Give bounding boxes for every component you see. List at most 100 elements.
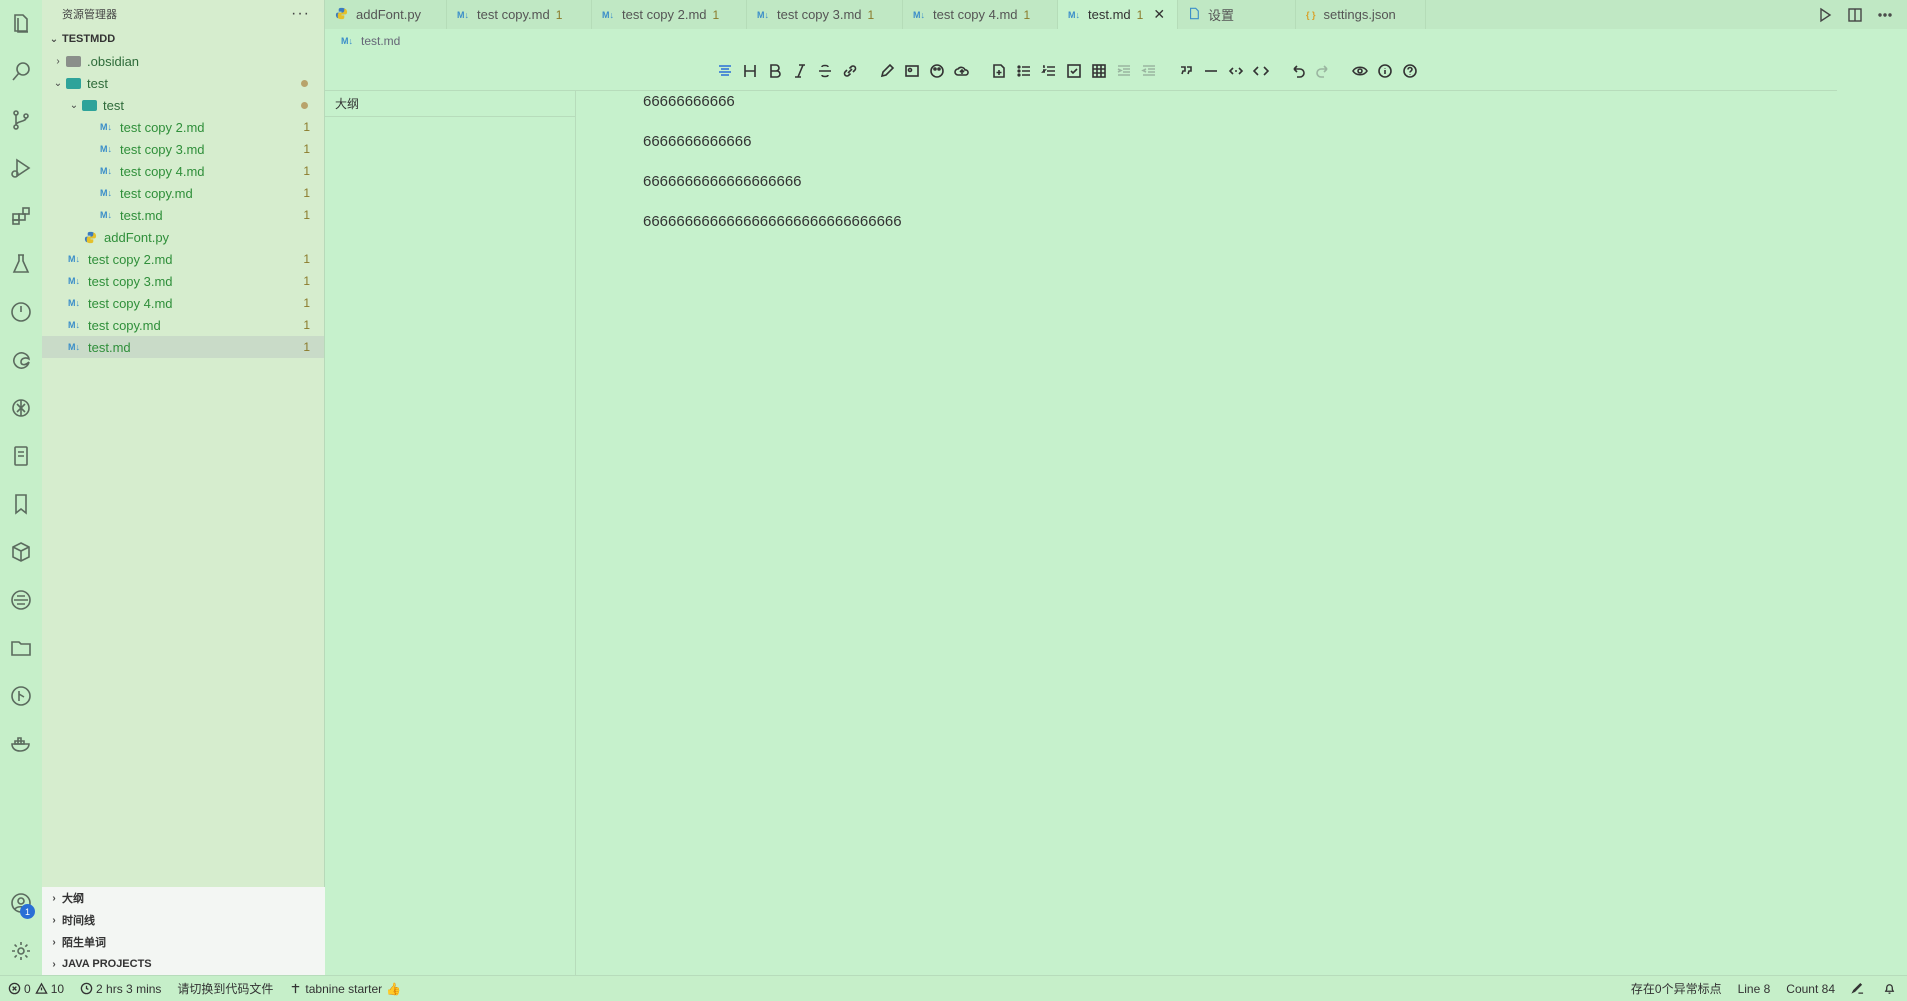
align-center-icon[interactable] xyxy=(712,59,737,83)
bold-icon[interactable] xyxy=(762,59,787,83)
folder-icon xyxy=(82,99,97,111)
heading-icon[interactable] xyxy=(737,59,762,83)
edge-icon[interactable] xyxy=(0,336,42,384)
image-icon[interactable] xyxy=(899,59,924,83)
editor-content[interactable]: 66666666666 6666666666666 6666666666666666… xyxy=(643,92,902,252)
redo-icon[interactable] xyxy=(1310,59,1335,83)
edit-icon[interactable] xyxy=(874,59,899,83)
checkbox-icon[interactable] xyxy=(1061,59,1086,83)
insert-file-icon[interactable] xyxy=(986,59,1011,83)
panel-outline[interactable]: › 大纲 xyxy=(42,887,325,909)
extensions-icon[interactable] xyxy=(0,192,42,240)
folder-icon[interactable] xyxy=(0,624,42,672)
close-icon[interactable]: ✕ xyxy=(1153,6,1165,23)
line-status[interactable]: Line 8 xyxy=(1730,976,1779,1001)
count-status[interactable]: Count 84 xyxy=(1778,976,1843,1001)
tree-folder[interactable]: ⌄ test xyxy=(42,72,324,94)
workspace-root[interactable]: ⌄ TESTMDD xyxy=(42,28,324,50)
time-tracker[interactable]: 2 hrs 3 mins xyxy=(72,976,169,1001)
run-icon[interactable] xyxy=(1817,7,1833,23)
editor-tab[interactable]: addFont.py xyxy=(325,0,447,29)
tree-file[interactable]: M↓ test copy 4.md 1 xyxy=(42,160,324,182)
code-block-icon[interactable] xyxy=(1248,59,1273,83)
outdent-icon[interactable] xyxy=(1136,59,1161,83)
panel-java-projects[interactable]: › JAVA PROJECTS xyxy=(42,953,325,975)
editor-tab[interactable]: M↓ test copy 3.md 1 xyxy=(747,0,903,29)
panel-words[interactable]: › 陌生单词 xyxy=(42,931,325,953)
more-actions-icon[interactable] xyxy=(1877,7,1893,23)
status-bar: 0 10 2 hrs 3 mins 请切换到代码文件 tabnine start… xyxy=(0,975,1907,1001)
outline-pane: 大纲 xyxy=(325,91,576,975)
tree-item-label: test copy 2.md xyxy=(120,119,205,135)
punctuation-status[interactable]: 存在0个异常标点 xyxy=(1623,976,1730,1001)
tree-file[interactable]: M↓ test copy.md 1 xyxy=(42,182,324,204)
undo-icon[interactable] xyxy=(1285,59,1310,83)
tree-file[interactable]: M↓ test copy 4.md 1 xyxy=(42,292,324,314)
notifications-bell-icon[interactable] xyxy=(1875,976,1907,1001)
tree-file[interactable]: M↓ test.md 1 xyxy=(42,336,324,358)
breadcrumb[interactable]: M↓ test.md xyxy=(325,29,400,53)
tree-item-label: test copy.md xyxy=(88,317,161,333)
editor-tab[interactable]: M↓ test copy 2.md 1 xyxy=(592,0,747,29)
docker-icon[interactable] xyxy=(0,720,42,768)
strikethrough-icon[interactable] xyxy=(812,59,837,83)
notebook-icon[interactable] xyxy=(0,432,42,480)
tree-item-label: .obsidian xyxy=(87,53,140,69)
palette-icon[interactable] xyxy=(924,59,949,83)
preview-eye-icon[interactable] xyxy=(1347,59,1372,83)
switch-to-code-hint[interactable]: 请切换到代码文件 xyxy=(169,976,281,1001)
tree-folder[interactable]: › .obsidian xyxy=(42,50,324,72)
indent-icon[interactable] xyxy=(1111,59,1136,83)
help-icon[interactable] xyxy=(1397,59,1422,83)
horizontal-rule-icon[interactable] xyxy=(1198,59,1223,83)
power-icon[interactable] xyxy=(0,288,42,336)
italic-icon[interactable] xyxy=(787,59,812,83)
explorer-icon[interactable] xyxy=(0,0,42,48)
settings-gear-icon[interactable] xyxy=(0,927,42,975)
chevron-right-icon: › xyxy=(56,55,60,67)
editor-tab[interactable]: M↓ test copy.md 1 xyxy=(447,0,592,29)
bookmark-icon[interactable] xyxy=(0,480,42,528)
feedback-icon[interactable] xyxy=(1843,976,1875,1001)
openai-icon[interactable] xyxy=(0,384,42,432)
editor-tab[interactable]: M↓ test.md 1 ✕ xyxy=(1058,0,1178,29)
history-icon xyxy=(80,982,93,995)
panel-timeline[interactable]: › 时间线 xyxy=(42,909,325,931)
tree-file[interactable]: M↓ test copy 3.md 1 xyxy=(42,138,324,160)
table-icon[interactable] xyxy=(1086,59,1111,83)
panel-label: 时间线 xyxy=(62,915,95,927)
tree-file[interactable]: M↓ test copy 2.md 1 xyxy=(42,116,324,138)
python-icon xyxy=(335,7,348,22)
cloud-upload-icon[interactable] xyxy=(949,59,974,83)
split-editor-icon[interactable] xyxy=(1847,7,1863,23)
cube-icon[interactable] xyxy=(0,528,42,576)
tabnine-status[interactable]: tabnine starter 👍 xyxy=(281,976,409,1001)
editor-tab[interactable]: 设置 xyxy=(1178,0,1296,29)
search-icon[interactable] xyxy=(0,48,42,96)
info-icon[interactable] xyxy=(1372,59,1397,83)
editor-tab[interactable]: M↓ test copy 4.md 1 xyxy=(903,0,1058,29)
inline-code-icon[interactable] xyxy=(1223,59,1248,83)
account-icon[interactable]: 1 xyxy=(0,879,42,927)
tree-file[interactable]: M↓ test copy 2.md 1 xyxy=(42,248,324,270)
testing-icon[interactable] xyxy=(0,240,42,288)
editor-tab[interactable]: { } settings.json xyxy=(1296,0,1426,29)
more-actions-icon[interactable]: ··· xyxy=(291,5,310,23)
run-debug-icon[interactable] xyxy=(0,144,42,192)
remote-icon[interactable] xyxy=(0,576,42,624)
tree-folder[interactable]: ⌄ test xyxy=(42,94,324,116)
numbered-list-icon[interactable] xyxy=(1036,59,1061,83)
markdown-icon: M↓ xyxy=(913,9,925,20)
account-badge: 1 xyxy=(20,904,35,919)
link-icon[interactable] xyxy=(837,59,862,83)
bullet-list-icon[interactable] xyxy=(1011,59,1036,83)
problems-status[interactable]: 0 10 xyxy=(0,976,72,1001)
tree-file[interactable]: M↓ test.md 1 xyxy=(42,204,324,226)
source-control-icon[interactable] xyxy=(0,96,42,144)
markdown-icon: M↓ xyxy=(100,122,112,132)
tree-file[interactable]: addFont.py xyxy=(42,226,324,248)
git-graph-icon[interactable] xyxy=(0,672,42,720)
tree-file[interactable]: M↓ test copy.md 1 xyxy=(42,314,324,336)
quote-icon[interactable] xyxy=(1173,59,1198,83)
tree-file[interactable]: M↓ test copy 3.md 1 xyxy=(42,270,324,292)
